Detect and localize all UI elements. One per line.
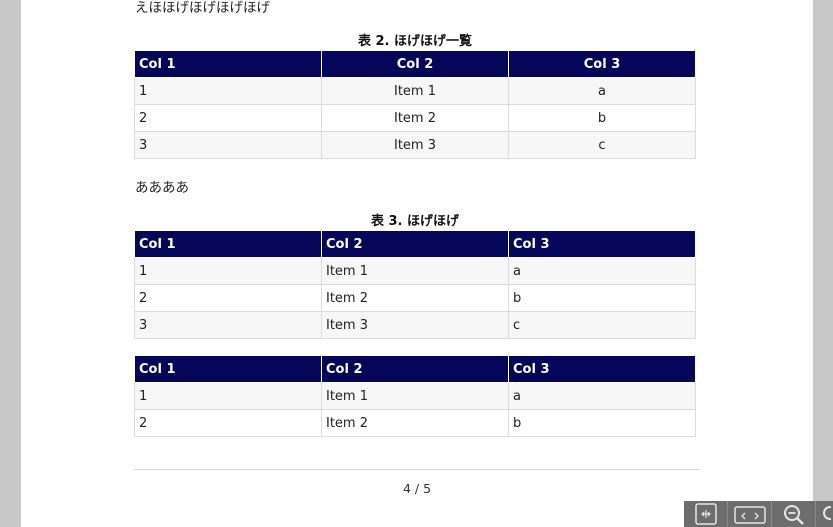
column-header: Col 2: [321, 230, 509, 258]
column-header: Col 1: [134, 230, 322, 258]
table-4: Col 1 Col 2 Col 3 1 Item 1 a 2 Item 2 b: [134, 355, 696, 437]
table-cell: Item 3: [321, 131, 509, 159]
table-cell: 1: [134, 77, 322, 105]
table-row: 2 Item 2 b: [134, 409, 696, 437]
table-cell: Item 1: [321, 382, 509, 410]
table-cell: a: [508, 77, 696, 105]
table-cell: b: [508, 104, 696, 132]
zoom-icon: [783, 505, 804, 525]
column-header: Col 1: [134, 355, 322, 383]
column-header: Col 2: [321, 50, 509, 78]
viewer-margin-left: [0, 0, 21, 527]
table-row: 2 Item 2 b: [134, 284, 696, 312]
column-header: Col 3: [508, 230, 696, 258]
table-cell: Item 2: [321, 104, 509, 132]
body-text-top: えほほげほげほげほげ: [135, 0, 270, 16]
table-cell: 3: [134, 131, 322, 159]
table-cell: a: [508, 382, 696, 410]
table-cell: Item 1: [321, 77, 509, 105]
table-header-row: Col 1 Col 2 Col 3: [134, 50, 696, 78]
column-header: Col 3: [508, 50, 696, 78]
table-3: Col 1 Col 2 Col 3 1 Item 1 a 2 Item 2 b …: [134, 230, 696, 339]
column-header: Col 3: [508, 355, 696, 383]
table-cell: a: [508, 257, 696, 285]
table-cell: c: [508, 131, 696, 159]
footer-divider: [134, 469, 700, 470]
fit-width-icon: [733, 506, 766, 524]
column-header: Col 2: [321, 355, 509, 383]
viewer-margin-right: [813, 0, 833, 527]
table-cell: Item 2: [321, 284, 509, 312]
table-2: Col 1 Col 2 Col 3 1 Item 1 a 2 Item 2 b …: [134, 50, 696, 159]
fit-page-icon: [694, 503, 717, 525]
column-header: Col 1: [134, 50, 322, 78]
table-cell: Item 1: [321, 257, 509, 285]
table-cell: 2: [134, 104, 322, 132]
table-row: 1 Item 1 a: [134, 77, 696, 105]
fit-width-button[interactable]: [728, 501, 773, 527]
zoom-button[interactable]: [772, 501, 817, 527]
toolbar-overflow-button[interactable]: [816, 501, 833, 527]
table-header-row: Col 1 Col 2 Col 3: [134, 355, 696, 383]
table-cell: c: [508, 311, 696, 339]
page-number: 4 / 5: [402, 481, 432, 496]
table-cell: Item 3: [321, 311, 509, 339]
table-cell: 2: [134, 409, 322, 437]
table-cell: b: [508, 409, 696, 437]
table-row: 2 Item 2 b: [134, 104, 696, 132]
table-cell: 3: [134, 311, 322, 339]
table-cell: 1: [134, 382, 322, 410]
table-cell: 2: [134, 284, 322, 312]
partial-icon: [822, 506, 831, 520]
viewer-toolbar: [684, 501, 833, 527]
table-cell: b: [508, 284, 696, 312]
table-cell: 1: [134, 257, 322, 285]
table-row: 1 Item 1 a: [134, 382, 696, 410]
body-text-middle: ああああ: [135, 180, 189, 196]
table-header-row: Col 1 Col 2 Col 3: [134, 230, 696, 258]
table-row: 3 Item 3 c: [134, 311, 696, 339]
table-row: 1 Item 1 a: [134, 257, 696, 285]
fit-page-button[interactable]: [684, 501, 729, 527]
table-row: 3 Item 3 c: [134, 131, 696, 159]
table-3-caption: 表 3. ほげほげ: [370, 214, 460, 229]
table-2-caption: 表 2. ほげほげ一覧: [357, 34, 473, 49]
table-cell: Item 2: [321, 409, 509, 437]
